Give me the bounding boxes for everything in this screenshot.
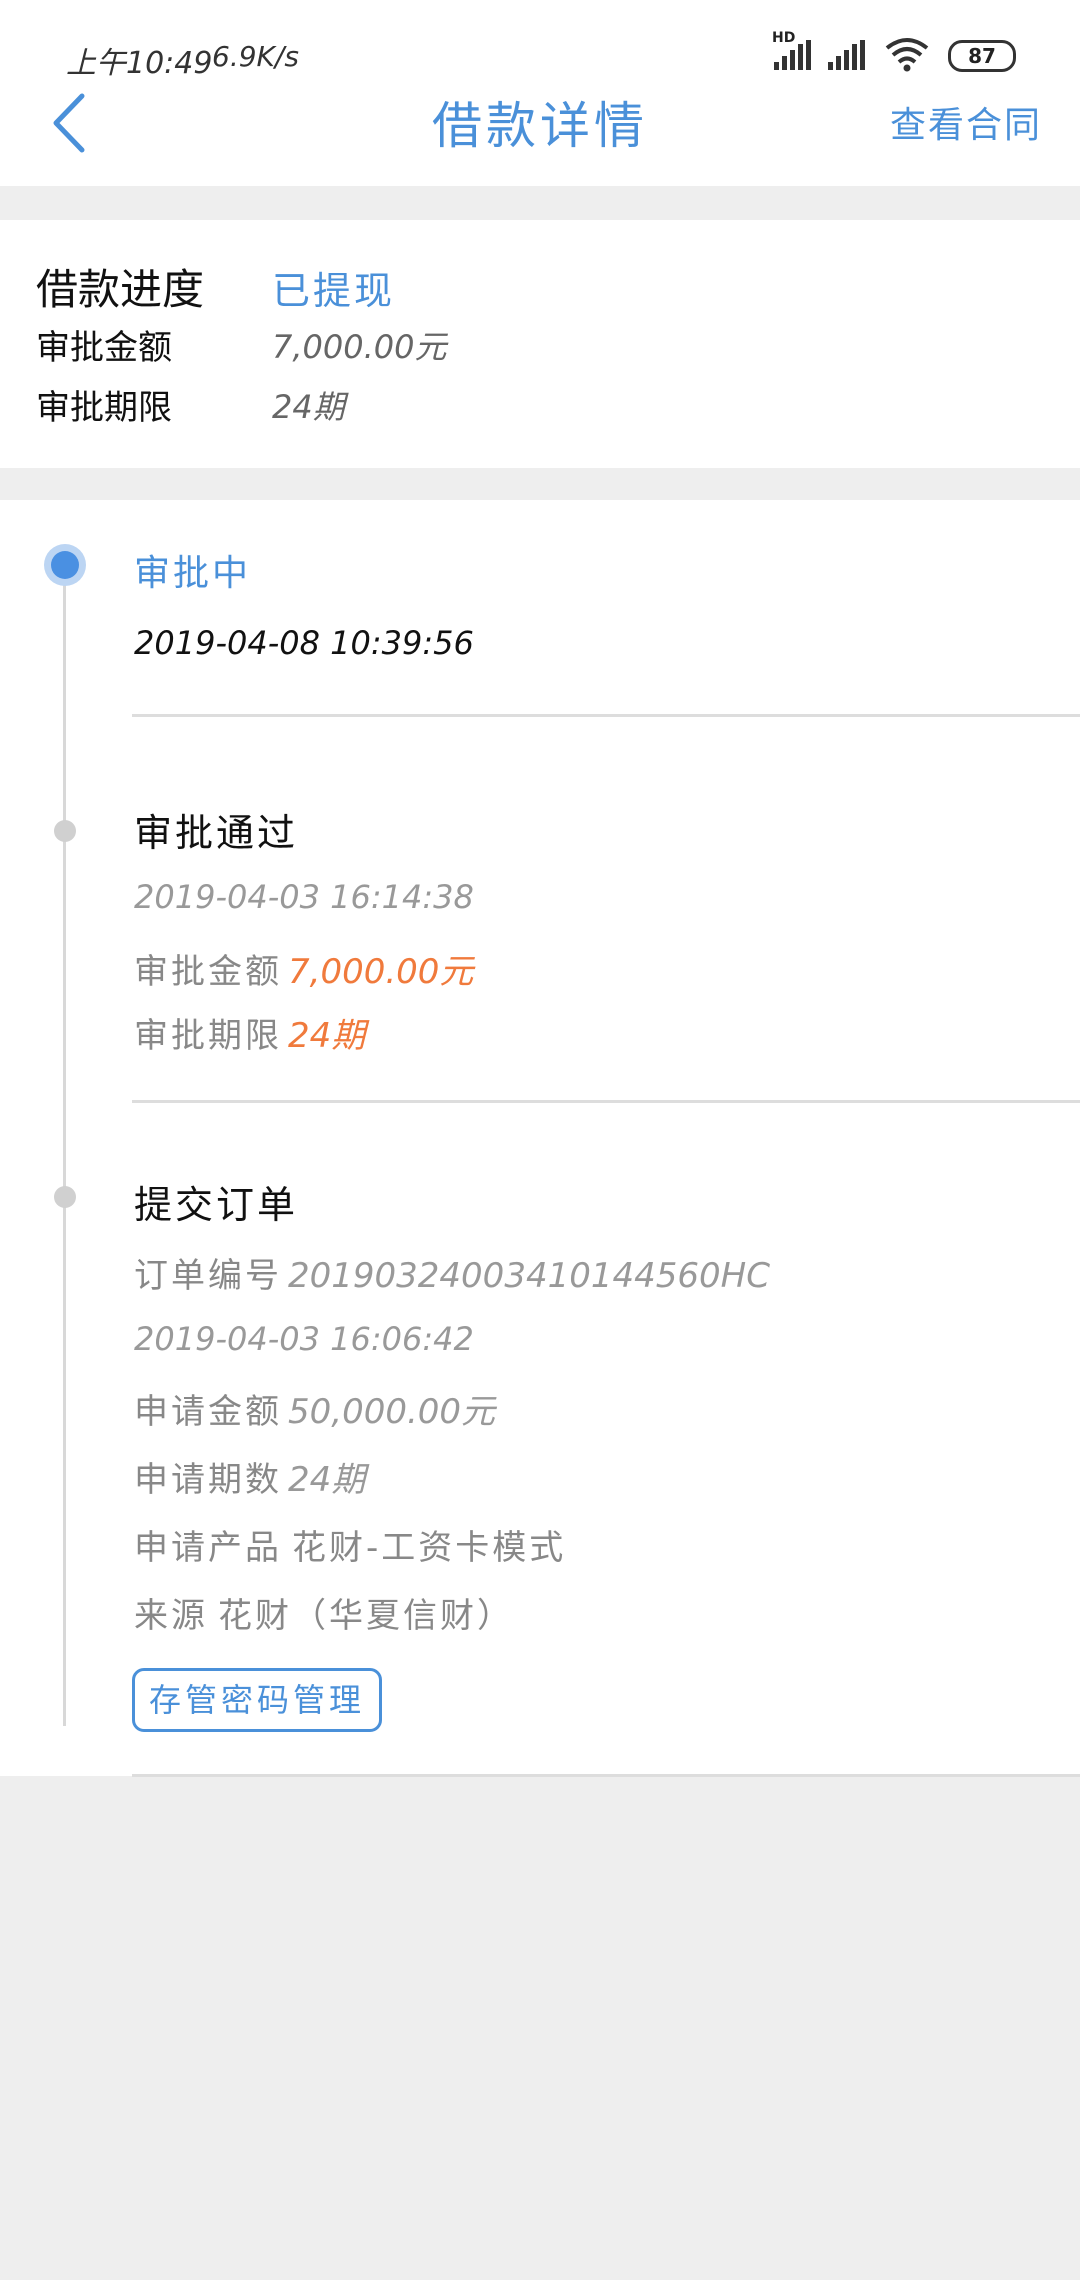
timeline-dot: [54, 820, 76, 842]
order-number-label: 订单编号: [134, 1256, 282, 1296]
progress-row: 借款进度 已提现: [36, 256, 392, 317]
timeline-divider: [132, 714, 1080, 717]
signal-icon: [774, 40, 811, 70]
top-bar: 上午10:49 6.9K/s HD 87 借款详情 查看合同: [0, 0, 1080, 186]
apply-amount-label: 申请金额: [134, 1392, 282, 1432]
order-number-row: 订单编号 20190324003410144560HC: [134, 1248, 770, 1297]
apply-product-row: 申请产品 花财-工资卡模式: [134, 1520, 566, 1569]
step-approved-title: 审批通过: [134, 811, 299, 855]
progress-value: 已提现: [272, 269, 396, 313]
approved-term-value: 24期: [272, 388, 345, 426]
step-approved-amount-label: 审批金额: [134, 952, 282, 992]
timeline-dot: [54, 1186, 76, 1208]
wifi-icon: [885, 38, 929, 72]
apply-term-row: 申请期数 24期: [134, 1452, 365, 1501]
progress-label: 借款进度: [36, 265, 205, 314]
step-approved-amount-value: 7,000.00元: [288, 952, 474, 992]
order-number-value: 20190324003410144560HC: [288, 1256, 770, 1296]
approved-term-label: 审批期限: [36, 388, 172, 428]
battery-indicator: 87: [948, 40, 1016, 72]
approved-term-row: 审批期限 24期: [36, 380, 345, 429]
loan-summary-card: 借款进度 已提现 审批金额 7,000.00元 审批期限 24期: [0, 220, 1080, 468]
approved-amount-row: 审批金额 7,000.00元: [36, 320, 447, 369]
timeline-line: [63, 566, 66, 1726]
step-approved-term-value: 24期: [288, 1016, 366, 1056]
source-label: 来源: [134, 1596, 208, 1636]
apply-product-label: 申请产品: [134, 1528, 282, 1568]
approved-amount-value: 7,000.00元: [272, 328, 447, 366]
loan-detail-screen: 上午10:49 6.9K/s HD 87 借款详情 查看合同 借款进度 已提现 …: [0, 0, 1080, 2280]
status-network-speed: 6.9K/s: [212, 40, 299, 73]
signal-icon-secondary: [828, 40, 865, 70]
approved-amount-label: 审批金额: [36, 328, 172, 368]
status-icons: HD 87: [772, 30, 1022, 76]
apply-amount-value: 50,000.00元: [288, 1392, 496, 1432]
step-approved-term-label: 审批期限: [134, 1016, 282, 1056]
timeline-bottom-divider: [132, 1774, 1080, 1777]
progress-timeline: 审批中 2019-04-08 10:39:56 审批通过 2019-04-03 …: [0, 500, 1080, 1776]
status-time: 上午10:49: [66, 46, 213, 81]
step-approved-datetime: 2019-04-03 16:14:38: [134, 878, 474, 916]
apply-term-value: 24期: [288, 1460, 366, 1500]
step-order-title: 提交订单: [134, 1183, 299, 1227]
source-row: 来源 花财（华夏信财）: [134, 1588, 514, 1637]
apply-term-label: 申请期数: [134, 1460, 282, 1500]
timeline-divider: [132, 1100, 1080, 1103]
step-approved-term-row: 审批期限 24期: [134, 1008, 365, 1057]
step-order-datetime: 2019-04-03 16:06:42: [134, 1320, 474, 1358]
depository-password-button[interactable]: 存管密码管理: [132, 1668, 383, 1732]
source-value: 花财（华夏信财）: [218, 1596, 514, 1636]
step-reviewing-title: 审批中: [134, 553, 252, 594]
step-reviewing-datetime: 2019-04-08 10:39:56: [134, 624, 474, 662]
timeline-dot-active: [44, 544, 86, 586]
apply-amount-row: 申请金额 50,000.00元: [134, 1384, 495, 1433]
view-contract-link[interactable]: 查看合同: [890, 96, 1042, 148]
apply-product-value: 花财-工资卡模式: [292, 1528, 567, 1568]
step-approved-amount-row: 审批金额 7,000.00元: [134, 944, 473, 993]
